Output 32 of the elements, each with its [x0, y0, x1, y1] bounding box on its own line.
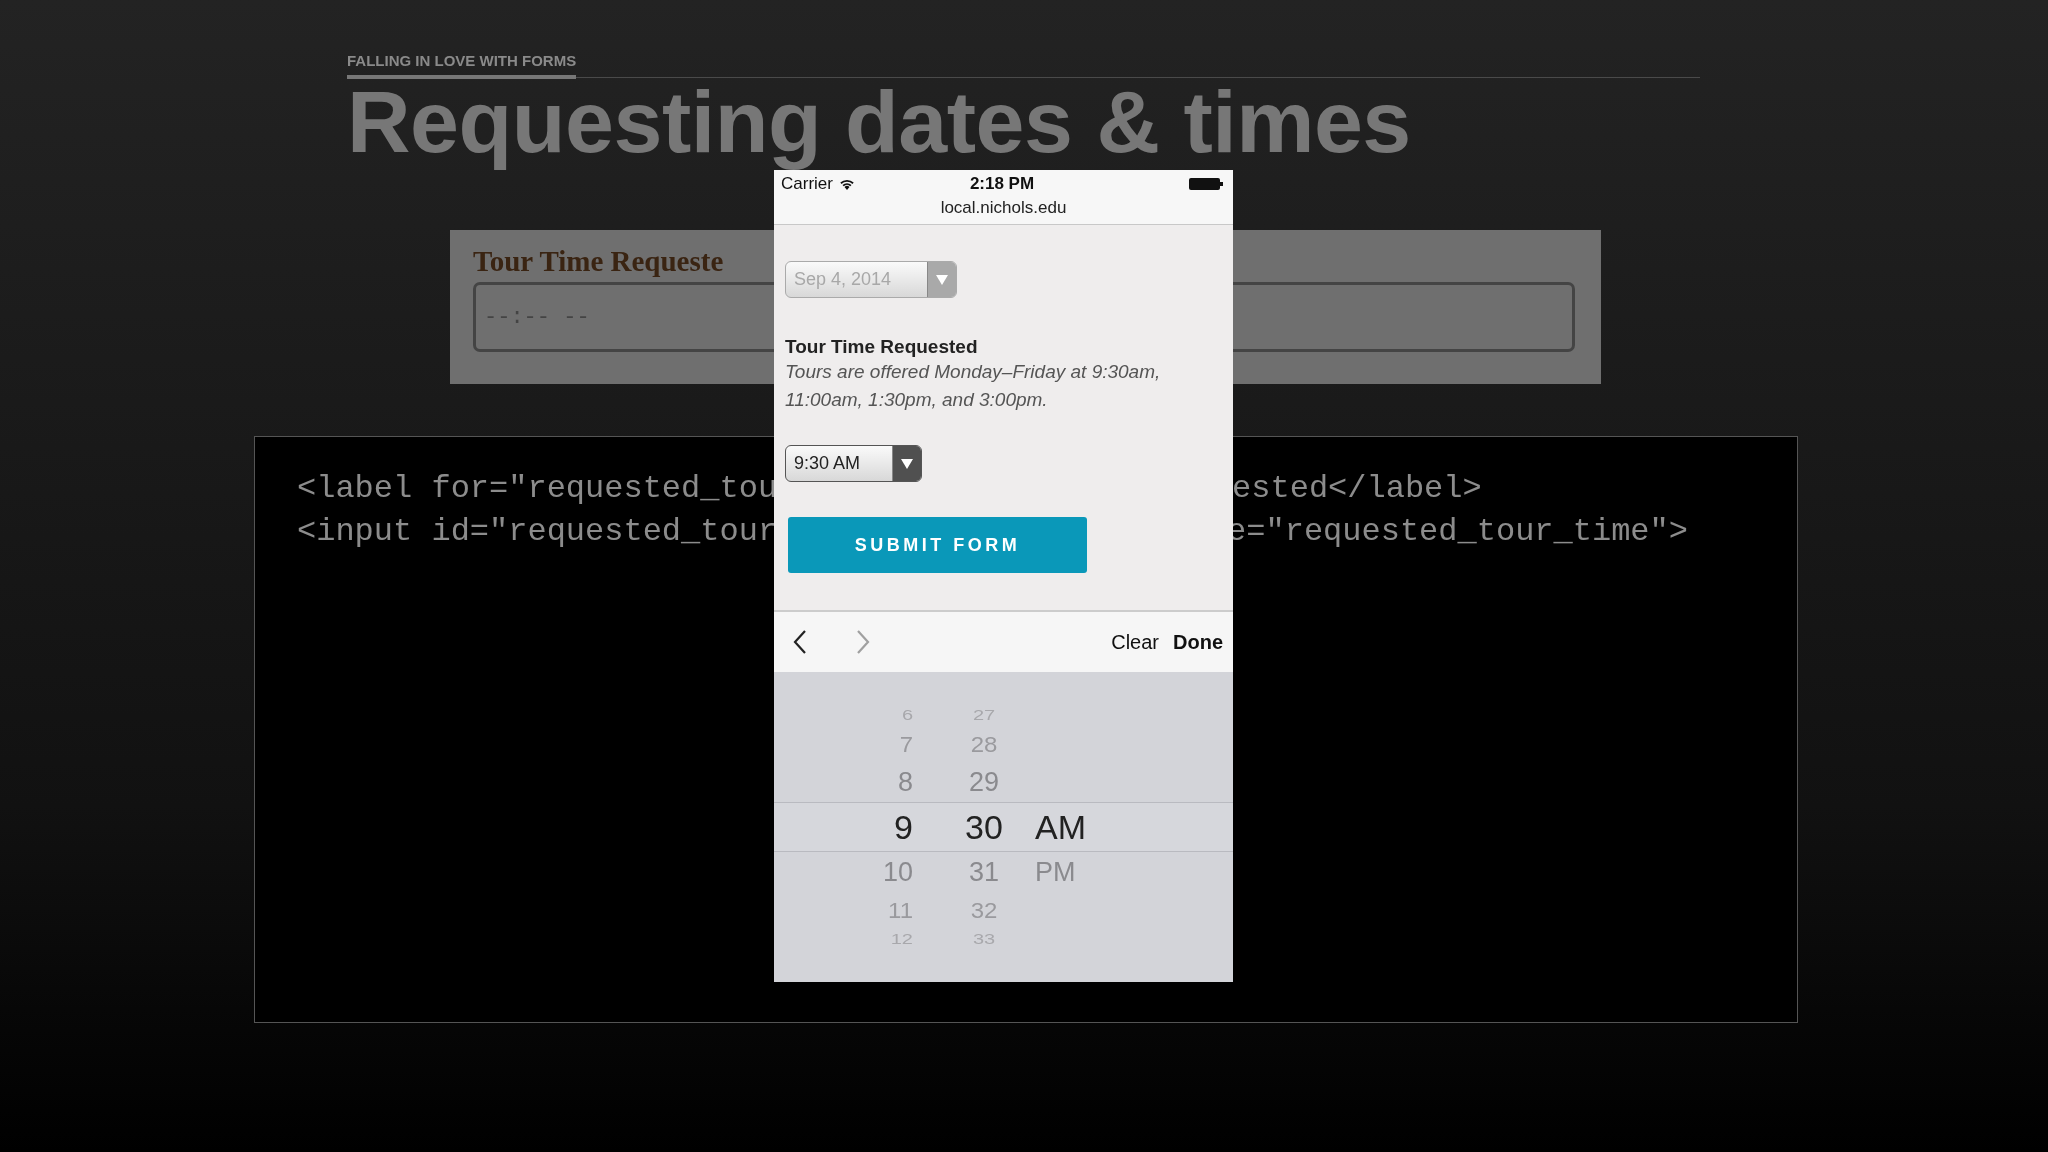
picker-option[interactable]: 31 [969, 858, 1000, 886]
picker-option[interactable]: 8 [897, 768, 913, 796]
status-time: 2:18 PM [969, 174, 1035, 194]
code-text: e="requested_tour_time"> [1227, 513, 1688, 550]
page-url: local.nichols.edu [939, 198, 1068, 218]
caret-icon [936, 274, 948, 285]
field-label: Tour Time Requested [785, 336, 979, 358]
carrier-label: Carrier [781, 174, 833, 194]
time-select[interactable]: 9:30 AM [785, 445, 922, 482]
picker-option[interactable]: 28 [970, 732, 998, 756]
previous-button[interactable] [792, 629, 808, 655]
done-button[interactable]: Done [1173, 630, 1223, 654]
field-label: Tour Time Requeste [473, 244, 724, 278]
picker-option[interactable]: 7 [899, 732, 913, 756]
picker-option[interactable]: 30 [965, 810, 1003, 844]
picker-option[interactable]: 10 [882, 858, 913, 886]
code-text: ested</label> [1232, 470, 1482, 507]
picker-option[interactable]: 29 [969, 768, 1000, 796]
clear-button[interactable]: Clear [1111, 630, 1173, 654]
caret-icon [901, 458, 913, 469]
submit-button[interactable]: SUBMIT FORM [788, 517, 1087, 573]
code-text: <input id="requested_tour [297, 513, 778, 550]
slide-kicker: FALLING IN LOVE WITH FORMS [347, 52, 577, 79]
picker-option[interactable]: 9 [894, 810, 913, 844]
picker-option[interactable]: AM [1035, 810, 1086, 844]
picker-option[interactable]: PM [1035, 858, 1076, 886]
code-text: <label for="requested_tou [297, 470, 778, 507]
battery-icon [1189, 178, 1223, 190]
field-hint: Tours are offered Monday–Friday at 9:30am, 11:00am, 1:30pm, and 3:00pm. [785, 360, 1162, 412]
picker-option[interactable]: 32 [970, 898, 998, 922]
wifi-icon [838, 178, 855, 190]
picker-option[interactable]: 11 [888, 898, 913, 922]
